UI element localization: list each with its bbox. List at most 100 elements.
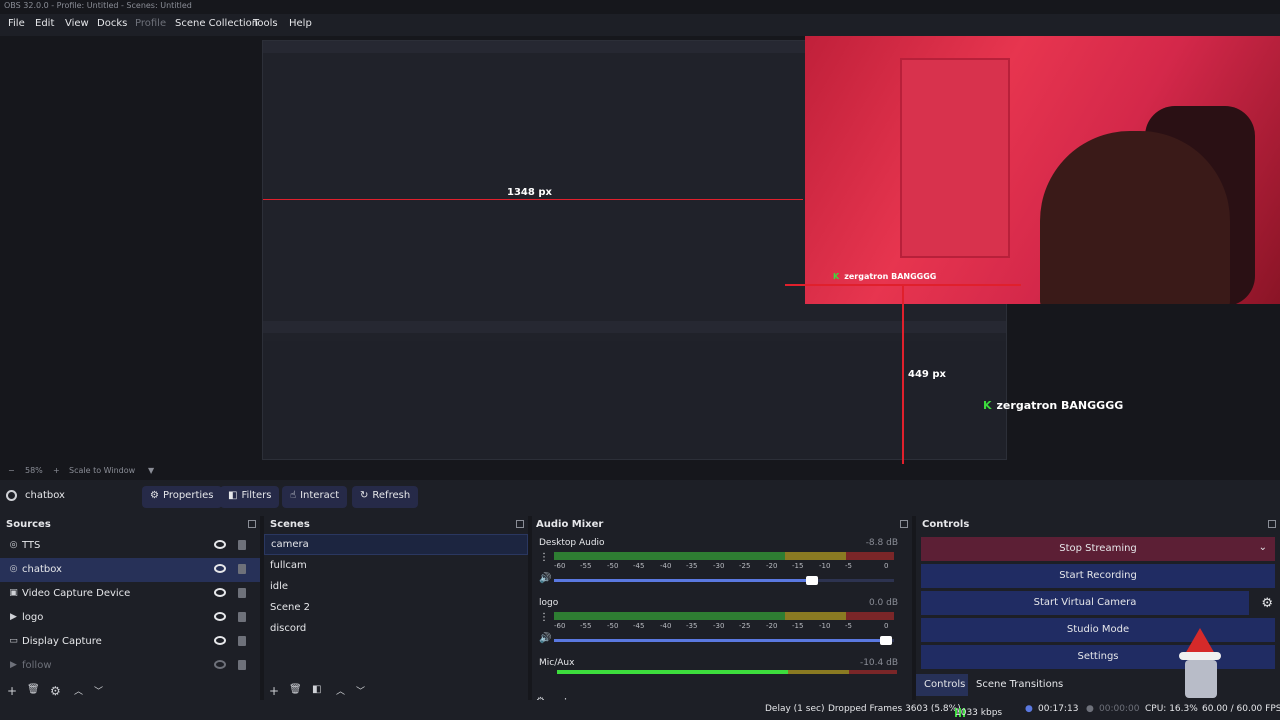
volume-slider[interactable] [554, 576, 894, 585]
stream-icon: ● [1025, 704, 1033, 714]
speaker-icon[interactable]: 🔊 [539, 633, 551, 644]
lock-icon[interactable] [238, 636, 246, 646]
source-row-selected[interactable]: ◎ chatbox [0, 558, 260, 582]
start-virtual-camera-label: Start Virtual Camera [1033, 597, 1137, 608]
lock-icon[interactable] [238, 660, 246, 670]
start-virtual-camera-button[interactable]: Start Virtual Camera ⚙ [921, 591, 1273, 615]
eye-icon[interactable] [214, 588, 226, 597]
level-meter [554, 612, 894, 620]
controls-title: Controls [922, 519, 970, 530]
add-icon[interactable]: + [269, 684, 279, 698]
source-row[interactable]: ▣ Video Capture Device [0, 582, 260, 606]
undock-icon[interactable] [248, 520, 256, 528]
undock-icon[interactable] [1268, 520, 1276, 528]
volume-knob[interactable] [880, 636, 893, 645]
stop-streaming-button[interactable]: Stop Streaming ⌄ [921, 537, 1275, 561]
status-stream-time: 00:17:13 [1038, 704, 1079, 714]
chevron-down-icon[interactable]: ⌄ [1259, 542, 1267, 553]
filter-icon[interactable]: ◧ [312, 684, 321, 695]
source-row[interactable]: ▶ follow [0, 654, 260, 678]
preview-canvas[interactable]: 1348 px 449 px Kzergatron BANGGGG Kzerga… [0, 36, 1280, 464]
chevron-down-icon[interactable]: ﹀ [94, 684, 103, 697]
menu-view[interactable]: View [65, 18, 89, 29]
selected-source-name: chatbox [25, 490, 65, 501]
status-bar: Delay (1 sec) Dropped Frames 3603 (5.8%)… [0, 700, 1280, 720]
kebab-menu-icon[interactable]: ⋮ [539, 612, 549, 623]
scene-row[interactable]: idle [264, 577, 528, 598]
tab-controls[interactable]: Controls [916, 674, 974, 696]
volume-slider[interactable] [554, 636, 894, 645]
source-name: TTS [22, 540, 41, 551]
speaker-icon[interactable]: 🔊 [539, 573, 551, 584]
nested-chat-overlay: Kzergatron BANGGGG [833, 272, 936, 281]
zoom-dropdown-icon[interactable]: ▼ [148, 466, 154, 475]
tab-scene-transitions[interactable]: Scene Transitions [968, 674, 1072, 696]
menu-profile[interactable]: Profile [135, 18, 166, 29]
gear-icon[interactable]: ⚙ [1261, 596, 1273, 611]
record-icon: ● [1086, 704, 1094, 714]
scene-row[interactable]: Scene 2 [264, 598, 528, 619]
monitor-icon: ▭ [9, 636, 18, 646]
guide-line-horizontal [785, 284, 1021, 286]
properties-button[interactable]: ⚙ Properties [142, 486, 222, 508]
nested-chat-user: zergatron [844, 272, 889, 281]
cam-door [900, 58, 1010, 258]
eye-icon[interactable] [214, 564, 226, 573]
chevron-up-icon[interactable]: ︿ [74, 684, 83, 697]
eye-icon[interactable] [214, 636, 226, 645]
start-recording-button[interactable]: Start Recording [921, 564, 1275, 588]
chevron-down-icon[interactable]: ﹀ [356, 684, 365, 697]
window-title: OBS 32.0.0 - Profile: Untitled - Scenes:… [4, 1, 192, 10]
filters-button[interactable]: ◧ Filters [220, 486, 280, 508]
chevron-up-icon[interactable]: ︿ [336, 684, 345, 697]
source-row[interactable]: ◎ TTS [0, 534, 260, 558]
interact-button[interactable]: ☝ Interact [282, 486, 348, 508]
status-dropped-frames: Dropped Frames 3603 (5.8%) [828, 704, 961, 714]
kebab-menu-icon[interactable]: ⋮ [539, 552, 549, 563]
menu-scene-collection[interactable]: Scene Collection [175, 18, 258, 29]
level-meter [557, 670, 897, 674]
zoom-in-button[interactable]: + [53, 466, 60, 475]
add-icon[interactable]: + [7, 684, 17, 698]
nested-chat-text: BANGGGG [891, 272, 937, 281]
menu-help[interactable]: Help [289, 18, 312, 29]
trash-icon[interactable]: 🗑 [289, 684, 302, 695]
nested-chat-prefix: K [833, 272, 840, 281]
menu-docks[interactable]: Docks [97, 18, 127, 29]
audio-mixer-title: Audio Mixer [536, 519, 604, 530]
menu-tools[interactable]: Tools [253, 18, 278, 29]
eye-icon[interactable] [214, 612, 226, 621]
menu-file[interactable]: File [8, 18, 25, 29]
volume-knob[interactable] [805, 576, 818, 585]
lock-icon[interactable] [238, 612, 246, 622]
status-record-time: 00:00:00 [1099, 704, 1140, 714]
gear-icon[interactable]: ⚙ [50, 684, 61, 698]
scene-name: idle [270, 581, 289, 592]
scenes-footer: + 🗑 ◧ ︿ ﹀ [264, 682, 528, 702]
menu-edit[interactable]: Edit [35, 18, 54, 29]
scene-row-selected[interactable]: camera [264, 534, 528, 555]
source-row[interactable]: ▶ logo [0, 606, 260, 630]
undock-icon[interactable] [900, 520, 908, 528]
guide-line-vertical [902, 284, 904, 464]
scene-row[interactable]: discord [264, 619, 528, 640]
trash-icon[interactable]: 🗑 [27, 684, 40, 695]
scenes-dock: Scenes camera fullcam idle Scene 2 disco… [264, 516, 528, 698]
lock-icon[interactable] [238, 564, 246, 574]
lock-icon[interactable] [238, 588, 246, 598]
source-name: follow [22, 660, 52, 671]
zoom-out-button[interactable]: − [8, 466, 15, 475]
lock-icon[interactable] [238, 540, 246, 550]
scene-row[interactable]: fullcam [264, 556, 528, 577]
undock-icon[interactable] [516, 520, 524, 528]
eye-icon[interactable] [214, 540, 226, 549]
eye-hidden-icon[interactable] [214, 660, 226, 669]
globe-icon: ◎ [9, 540, 18, 550]
refresh-button[interactable]: ↻ Refresh [352, 486, 419, 508]
source-row[interactable]: ▭ Display Capture [0, 630, 260, 654]
source-name: Video Capture Device [22, 588, 131, 599]
scene-name: fullcam [270, 560, 307, 571]
zoom-mode[interactable]: Scale to Window [69, 466, 135, 475]
tab-scene-transitions-label: Scene Transitions [976, 679, 1064, 690]
source-name: chatbox [22, 564, 62, 575]
